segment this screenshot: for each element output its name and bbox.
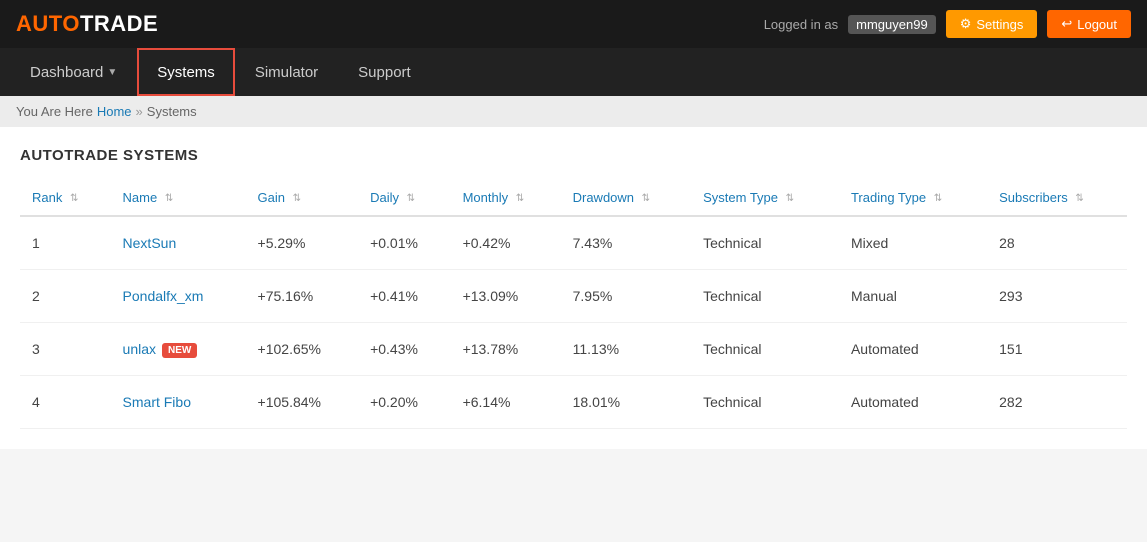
col-header-monthly[interactable]: Monthly ⇅ [451,180,561,216]
main-content: AUTOTRADE SYSTEMS Rank ⇅ Name ⇅ Gain ⇅ D… [0,127,1147,449]
cell-subscribers: 28 [987,216,1127,270]
new-badge: NEW [162,343,197,358]
cell-gain: +102.65% [246,323,359,376]
settings-label: Settings [976,17,1023,32]
col-header-name[interactable]: Name ⇅ [111,180,246,216]
breadcrumb-home[interactable]: Home [97,104,132,119]
cell-name[interactable]: NextSun [111,216,246,270]
system-link[interactable]: NextSun [123,235,177,251]
section-title: AUTOTRADE SYSTEMS [20,147,1127,164]
nav-label-systems: Systems [157,64,215,81]
cell-subscribers: 282 [987,376,1127,429]
sort-icon-name: ⇅ [165,193,173,204]
settings-icon: ⚙ [960,16,972,32]
cell-rank: 4 [20,376,111,429]
logged-in-label: Logged in as [764,17,838,32]
username-badge: mmguyen99 [848,15,936,34]
cell-gain: +75.16% [246,270,359,323]
systems-table: Rank ⇅ Name ⇅ Gain ⇅ Daily ⇅ Monthly ⇅ D… [20,180,1127,429]
nav-item-support[interactable]: Support [338,48,431,96]
logo-trade: TRADE [80,11,158,37]
header-right: Logged in as mmguyen99 ⚙ Settings ↩ Logo… [764,10,1131,38]
col-header-subscribers[interactable]: Subscribers ⇅ [987,180,1127,216]
table-row: 4 Smart Fibo +105.84%+0.20%+6.14%18.01%Tec… [20,376,1127,429]
sort-icon-gain: ⇅ [293,193,301,204]
cell-monthly: +13.09% [451,270,561,323]
breadcrumb: You Are Here Home » Systems [0,96,1147,127]
sort-icon-system-type: ⇅ [786,193,794,204]
sort-icon-drawdown: ⇅ [642,193,650,204]
cell-daily: +0.41% [358,270,450,323]
breadcrumb-separator: » [136,104,143,119]
logo-auto: AUTO [16,11,80,37]
cell-trading-type: Mixed [839,216,987,270]
nav-label-dashboard: Dashboard [30,64,103,81]
cell-system-type: Technical [691,376,839,429]
logo: AUTOTRADE [16,11,158,37]
table-header-row: Rank ⇅ Name ⇅ Gain ⇅ Daily ⇅ Monthly ⇅ D… [20,180,1127,216]
sort-icon-rank: ⇅ [70,193,78,204]
logout-button[interactable]: ↩ Logout [1047,10,1131,38]
cell-monthly: +6.14% [451,376,561,429]
cell-monthly: +0.42% [451,216,561,270]
cell-gain: +5.29% [246,216,359,270]
cell-trading-type: Automated [839,376,987,429]
cell-daily: +0.01% [358,216,450,270]
cell-name[interactable]: Smart Fibo [111,376,246,429]
cell-trading-type: Manual [839,270,987,323]
nav-label-support: Support [358,64,411,81]
cell-subscribers: 293 [987,270,1127,323]
cell-system-type: Technical [691,323,839,376]
cell-rank: 1 [20,216,111,270]
table-row: 2 Pondalfx_xm +75.16%+0.41%+13.09%7.95%Tec… [20,270,1127,323]
cell-drawdown: 7.43% [561,216,692,270]
breadcrumb-current: Systems [147,104,197,119]
nav-item-dashboard[interactable]: Dashboard ▼ [10,48,137,96]
table-row: 1 NextSun +5.29%+0.01%+0.42%7.43%Technical… [20,216,1127,270]
sort-icon-daily: ⇅ [407,193,415,204]
cell-trading-type: Automated [839,323,987,376]
cell-drawdown: 18.01% [561,376,692,429]
col-header-trading-type[interactable]: Trading Type ⇅ [839,180,987,216]
col-header-drawdown[interactable]: Drawdown ⇅ [561,180,692,216]
sort-icon-monthly: ⇅ [516,193,524,204]
cell-drawdown: 7.95% [561,270,692,323]
system-link[interactable]: Pondalfx_xm [123,288,204,304]
nav-item-systems[interactable]: Systems [137,48,235,96]
cell-system-type: Technical [691,270,839,323]
nav-item-simulator[interactable]: Simulator [235,48,338,96]
logout-label: Logout [1077,17,1117,32]
logout-icon: ↩ [1061,16,1072,32]
main-nav: Dashboard ▼ Systems Simulator Support [0,48,1147,96]
sort-icon-subscribers: ⇅ [1075,193,1083,204]
system-link[interactable]: unlax [123,341,156,357]
cell-daily: +0.43% [358,323,450,376]
col-header-system-type[interactable]: System Type ⇅ [691,180,839,216]
col-header-rank[interactable]: Rank ⇅ [20,180,111,216]
table-row: 3 unlax NEW +102.65%+0.43%+13.78%11.13%Tech… [20,323,1127,376]
cell-subscribers: 151 [987,323,1127,376]
cell-rank: 2 [20,270,111,323]
col-header-gain[interactable]: Gain ⇅ [246,180,359,216]
cell-name[interactable]: unlax NEW [111,323,246,376]
cell-monthly: +13.78% [451,323,561,376]
sort-icon-trading-type: ⇅ [934,193,942,204]
cell-name[interactable]: Pondalfx_xm [111,270,246,323]
header: AUTOTRADE Logged in as mmguyen99 ⚙ Setti… [0,0,1147,48]
settings-button[interactable]: ⚙ Settings [946,10,1038,38]
col-header-daily[interactable]: Daily ⇅ [358,180,450,216]
cell-gain: +105.84% [246,376,359,429]
cell-daily: +0.20% [358,376,450,429]
chevron-down-icon: ▼ [107,67,117,78]
nav-label-simulator: Simulator [255,64,318,81]
system-link[interactable]: Smart Fibo [123,394,191,410]
breadcrumb-prefix: You Are Here [16,104,93,119]
cell-drawdown: 11.13% [561,323,692,376]
cell-rank: 3 [20,323,111,376]
cell-system-type: Technical [691,216,839,270]
